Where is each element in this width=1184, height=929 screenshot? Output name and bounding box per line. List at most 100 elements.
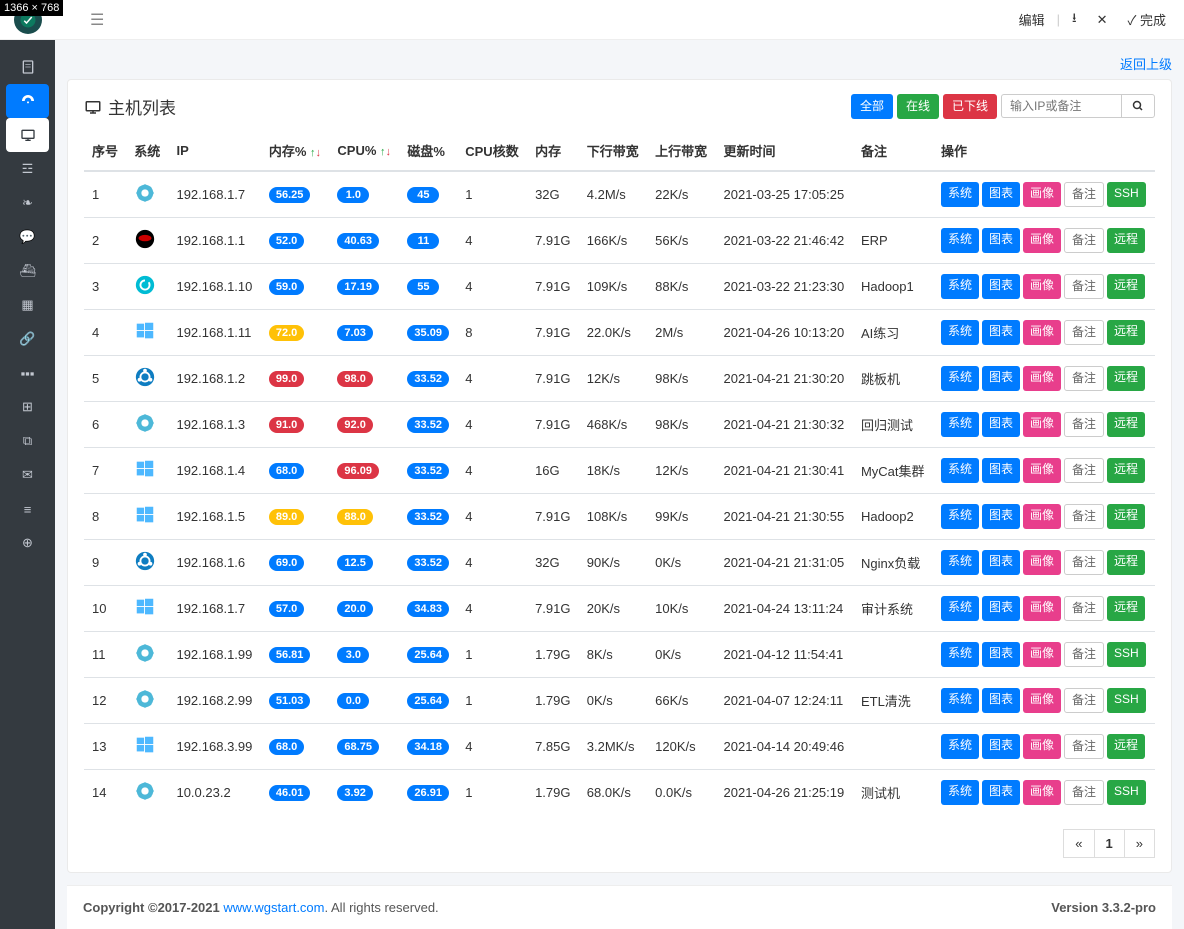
note-button[interactable]: 备注	[1064, 688, 1104, 712]
sidebar-item-zoom[interactable]: ⊕	[0, 526, 55, 560]
image-button[interactable]: 画像	[1023, 274, 1061, 298]
sidebar-item-hosts[interactable]	[6, 118, 49, 152]
chart-button[interactable]: 图表	[982, 182, 1020, 206]
col-disk[interactable]: 磁盘%	[399, 131, 457, 171]
system-button[interactable]: 系统	[941, 642, 979, 666]
chart-button[interactable]: 图表	[982, 734, 1020, 758]
remote-button[interactable]: 远程	[1107, 412, 1145, 436]
note-button[interactable]: 备注	[1064, 412, 1104, 436]
ssh-button[interactable]: SSH	[1107, 780, 1146, 804]
col-seq[interactable]: 序号	[84, 131, 126, 171]
chart-button[interactable]: 图表	[982, 412, 1020, 436]
system-button[interactable]: 系统	[941, 596, 979, 620]
remote-button[interactable]: 远程	[1107, 550, 1145, 574]
sidebar-item-table[interactable]: ▦	[0, 288, 55, 322]
chart-button[interactable]: 图表	[982, 550, 1020, 574]
note-button[interactable]: 备注	[1064, 780, 1104, 804]
image-button[interactable]: 画像	[1023, 228, 1061, 252]
note-button[interactable]: 备注	[1064, 596, 1104, 620]
system-button[interactable]: 系统	[941, 780, 979, 804]
image-button[interactable]: 画像	[1023, 596, 1061, 620]
edit-button[interactable]: 编辑	[1011, 7, 1053, 32]
back-link[interactable]: 返回上级	[1120, 57, 1172, 72]
image-button[interactable]: 画像	[1023, 780, 1061, 804]
note-button[interactable]: 备注	[1064, 504, 1104, 528]
system-button[interactable]: 系统	[941, 688, 979, 712]
note-button[interactable]: 备注	[1064, 458, 1104, 482]
image-button[interactable]: 画像	[1023, 366, 1061, 390]
ssh-button[interactable]: SSH	[1107, 182, 1146, 206]
col-ram[interactable]: 内存	[527, 131, 579, 171]
system-button[interactable]: 系统	[941, 504, 979, 528]
system-button[interactable]: 系统	[941, 550, 979, 574]
search-button[interactable]	[1121, 94, 1155, 118]
note-button[interactable]: 备注	[1064, 734, 1104, 758]
image-button[interactable]: 画像	[1023, 412, 1061, 436]
chart-button[interactable]: 图表	[982, 320, 1020, 344]
filter-offline-button[interactable]: 已下线	[943, 94, 997, 118]
sidebar-item-copy[interactable]: ⧉	[0, 424, 55, 458]
system-button[interactable]: 系统	[941, 274, 979, 298]
ssh-button[interactable]: SSH	[1107, 688, 1146, 712]
note-button[interactable]: 备注	[1064, 320, 1104, 344]
image-button[interactable]: 画像	[1023, 642, 1061, 666]
sidebar-item-list[interactable]: ☲	[0, 152, 55, 186]
chart-button[interactable]: 图表	[982, 366, 1020, 390]
image-button[interactable]: 画像	[1023, 734, 1061, 758]
system-button[interactable]: 系统	[941, 182, 979, 206]
sidebar-item-doc[interactable]	[0, 50, 55, 84]
sidebar-item-add[interactable]: ⊞	[0, 390, 55, 424]
remote-button[interactable]: 远程	[1107, 366, 1145, 390]
sidebar-item-dashboard[interactable]	[6, 84, 49, 118]
chart-button[interactable]: 图表	[982, 228, 1020, 252]
system-button[interactable]: 系统	[941, 734, 979, 758]
chart-button[interactable]: 图表	[982, 274, 1020, 298]
note-button[interactable]: 备注	[1064, 550, 1104, 574]
download-icon[interactable]: ⭳	[1064, 6, 1085, 34]
col-cores[interactable]: CPU核数	[457, 131, 527, 171]
chart-button[interactable]: 图表	[982, 642, 1020, 666]
chart-button[interactable]: 图表	[982, 458, 1020, 482]
sidebar-item-mail[interactable]: ✉	[0, 458, 55, 492]
filter-online-button[interactable]: 在线	[897, 94, 939, 118]
remote-button[interactable]: 远程	[1107, 274, 1145, 298]
page-next[interactable]: »	[1125, 829, 1155, 858]
close-icon[interactable]: ✕	[1089, 9, 1116, 31]
remote-button[interactable]: 远程	[1107, 458, 1145, 482]
system-button[interactable]: 系统	[941, 412, 979, 436]
note-button[interactable]: 备注	[1064, 274, 1104, 298]
search-input[interactable]	[1001, 94, 1121, 118]
system-button[interactable]: 系统	[941, 228, 979, 252]
col-remark[interactable]: 备注	[853, 131, 933, 171]
image-button[interactable]: 画像	[1023, 550, 1061, 574]
system-button[interactable]: 系统	[941, 320, 979, 344]
col-ip[interactable]: IP	[168, 131, 260, 171]
image-button[interactable]: 画像	[1023, 458, 1061, 482]
sidebar-item-chat[interactable]: 💬	[0, 220, 55, 254]
remote-button[interactable]: 远程	[1107, 228, 1145, 252]
image-button[interactable]: 画像	[1023, 182, 1061, 206]
chart-button[interactable]: 图表	[982, 780, 1020, 804]
sidebar-item-grid[interactable]: ▪▪▪	[0, 356, 55, 390]
image-button[interactable]: 画像	[1023, 320, 1061, 344]
chart-button[interactable]: 图表	[982, 504, 1020, 528]
col-updated[interactable]: 更新时间	[716, 131, 853, 171]
system-button[interactable]: 系统	[941, 366, 979, 390]
col-cpu[interactable]: CPU% ↑↓	[329, 131, 399, 171]
col-mem[interactable]: 内存% ↑↓	[261, 131, 330, 171]
note-button[interactable]: 备注	[1064, 642, 1104, 666]
page-1[interactable]: 1	[1095, 829, 1125, 858]
sidebar-item-docker[interactable]: ⛴	[0, 254, 55, 288]
note-button[interactable]: 备注	[1064, 182, 1104, 206]
image-button[interactable]: 画像	[1023, 504, 1061, 528]
chart-button[interactable]: 图表	[982, 596, 1020, 620]
image-button[interactable]: 画像	[1023, 688, 1061, 712]
chart-button[interactable]: 图表	[982, 688, 1020, 712]
site-link[interactable]: www.wgstart.com	[223, 900, 324, 915]
system-button[interactable]: 系统	[941, 458, 979, 482]
col-up[interactable]: 上行带宽	[647, 131, 715, 171]
note-button[interactable]: 备注	[1064, 228, 1104, 252]
filter-all-button[interactable]: 全部	[851, 94, 893, 118]
ssh-button[interactable]: SSH	[1107, 642, 1146, 666]
remote-button[interactable]: 远程	[1107, 596, 1145, 620]
